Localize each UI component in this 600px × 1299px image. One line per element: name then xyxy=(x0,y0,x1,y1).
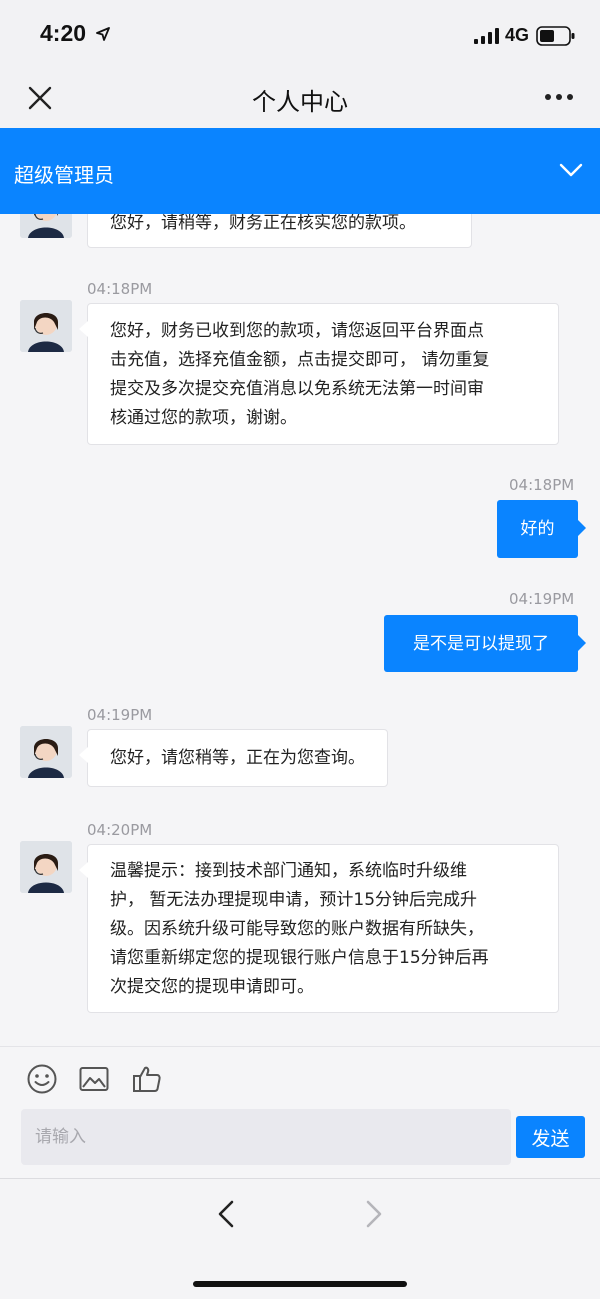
battery-icon xyxy=(536,26,575,46)
agent-avatar-image xyxy=(20,726,72,778)
admin-name: 超级管理员 xyxy=(14,163,114,187)
agent-avatar-image xyxy=(20,300,72,352)
message-item: 04:18PM 好的 xyxy=(0,476,600,566)
page-title: 个人中心 xyxy=(252,88,348,116)
more-dots-icon[interactable] xyxy=(544,93,574,101)
agent-avatar xyxy=(20,841,72,893)
message-item: 04:19PM 是不是可以提现了 xyxy=(0,590,600,680)
network-type: 4G xyxy=(505,25,530,45)
message-time: 04:18PM xyxy=(509,476,575,494)
message-line: 护， 暂无法办理提现申请，预计15分钟后完成升 xyxy=(110,890,478,910)
admin-banner[interactable]: 超级管理员 xyxy=(0,128,600,214)
message-line: 级。因系统升级可能导致您的账户数据有所缺失， xyxy=(110,919,484,939)
message-item: 04:18PM 您好，财务已收到您的款项，请您返回平台界面点 击充值，选择充值金… xyxy=(0,278,600,448)
image-icon[interactable] xyxy=(78,1063,110,1095)
agent-avatar xyxy=(20,300,72,352)
message-text: 您好，请您稍等，正在为您查询。 xyxy=(110,748,365,768)
message-item: 04:20PM 温馨提示：接到技术部门通知，系统临时升级维 护， 暂无法办理提现… xyxy=(0,819,600,1019)
agent-avatar xyxy=(20,726,72,778)
message-bubble: 温馨提示：接到技术部门通知，系统临时升级维 护， 暂无法办理提现申请，预计15分… xyxy=(79,844,559,1013)
message-input[interactable] xyxy=(21,1109,511,1165)
status-time: 4:20 xyxy=(40,20,87,46)
message-line: 温馨提示：接到技术部门通知，系统临时升级维 xyxy=(110,861,467,881)
home-indicator[interactable] xyxy=(193,1281,407,1287)
message-item: 04:19PM 您好，请您稍等，正在为您查询。 xyxy=(0,704,600,794)
chevron-right-icon[interactable] xyxy=(362,1199,386,1229)
message-line: 提交及多次提交充值消息以免系统无法第一时间审 xyxy=(110,379,484,399)
smiley-icon[interactable] xyxy=(26,1063,58,1095)
message-time: 04:20PM xyxy=(87,821,153,839)
location-arrow-icon xyxy=(96,27,110,41)
message-bubble: 您好，请您稍等，正在为您查询。 xyxy=(79,729,388,787)
message-line: 请您重新绑定您的提现银行账户信息于15分钟后再 xyxy=(110,948,489,968)
message-time: 04:19PM xyxy=(509,590,575,608)
message-bubble: 好的 xyxy=(497,500,586,558)
message-bubble: 您好，请稍等，财务正在核实您的款项。 xyxy=(87,214,472,248)
message-text: 好的 xyxy=(520,519,555,539)
message-time: 04:19PM xyxy=(87,706,153,724)
agent-avatar xyxy=(20,214,72,238)
agent-avatar-image xyxy=(20,841,72,893)
message-text: 您好，请稍等，财务正在核实您的款项。 xyxy=(110,214,416,233)
nav-bar: 个人中心 xyxy=(0,66,600,128)
message-text: 是不是可以提现了 xyxy=(413,634,549,654)
chevron-down-icon[interactable] xyxy=(558,162,584,178)
message-time: 04:18PM xyxy=(87,280,153,298)
message-item: 您好，请稍等，财务正在核实您的款项。 xyxy=(0,214,600,254)
send-button[interactable]: 发送 xyxy=(516,1116,585,1158)
message-line: 次提交您的提现申请即可。 xyxy=(110,977,314,997)
message-line: 核通过您的款项，谢谢。 xyxy=(110,408,297,428)
message-line: 您好，财务已收到您的款项，请您返回平台界面点 xyxy=(110,321,484,341)
message-bubble: 您好，财务已收到您的款项，请您返回平台界面点 击充值，选择充值金额，点击提交即可… xyxy=(79,303,559,445)
agent-avatar-image xyxy=(20,214,72,238)
chevron-left-icon[interactable] xyxy=(214,1199,238,1229)
chat-list[interactable]: 您好，请稍等，财务正在核实您的款项。 04:18PM 您好，财务已收到您的款项，… xyxy=(0,214,600,1046)
thumbs-up-icon[interactable] xyxy=(131,1063,163,1095)
composer: 发送 xyxy=(0,1046,600,1178)
signal-icon xyxy=(474,28,499,44)
message-line: 击充值，选择充值金额，点击提交即可， 请勿重复 xyxy=(110,350,490,370)
message-bubble: 是不是可以提现了 xyxy=(384,615,586,672)
browser-toolbar xyxy=(0,1178,600,1299)
status-bar: 4:20 4G xyxy=(0,0,600,66)
